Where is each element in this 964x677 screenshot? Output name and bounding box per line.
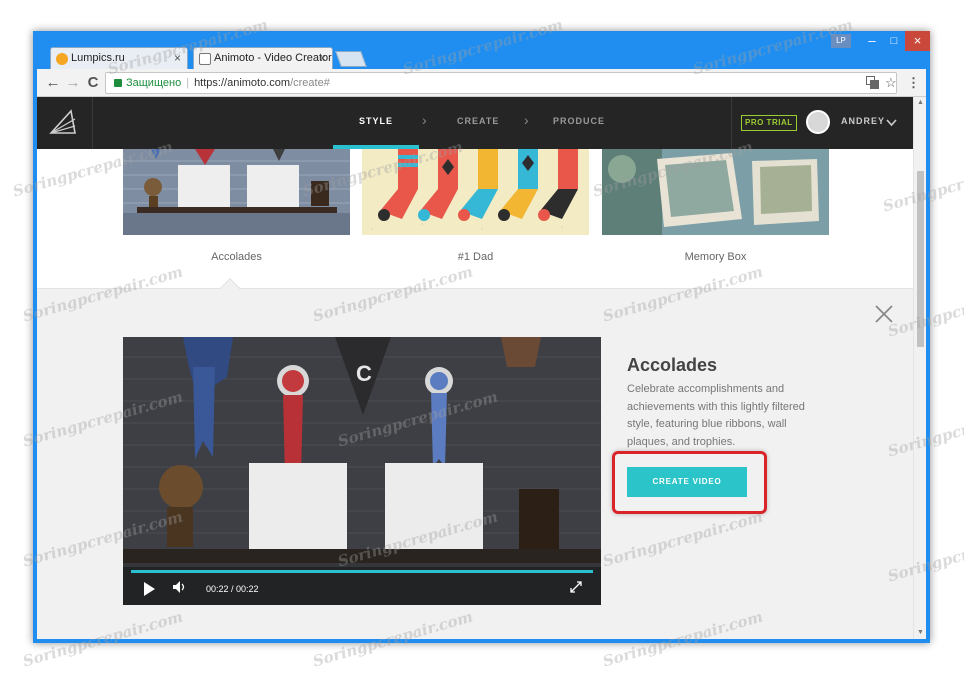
style-description: Celebrate accomplishments and achievemen… bbox=[627, 383, 805, 448]
tab-title: Animoto - Video Creator bbox=[214, 52, 332, 64]
step-style[interactable]: STYLE bbox=[359, 116, 393, 126]
style-thumb-accolades[interactable] bbox=[123, 149, 350, 235]
animoto-favicon-icon bbox=[199, 53, 211, 65]
url-path: /create# bbox=[290, 77, 330, 89]
volume-icon[interactable] bbox=[172, 580, 188, 594]
style-thumb-memory-box[interactable] bbox=[602, 149, 829, 235]
step-produce[interactable]: PRODUCE bbox=[553, 116, 605, 126]
pro-trial-badge[interactable]: PRO TRIAL bbox=[741, 115, 797, 131]
video-preview[interactable]: C 00:22 / 00:22 bbox=[123, 337, 601, 605]
style-title: Accolades bbox=[627, 355, 718, 375]
video-controls: 00:22 / 00:22 bbox=[123, 567, 601, 605]
url-host: https://animoto.com bbox=[194, 77, 291, 89]
url-text: https://animoto.com/create# bbox=[194, 77, 330, 89]
scrollbar[interactable]: ▲ ▼ bbox=[913, 97, 926, 639]
scrollbar-thumb[interactable] bbox=[917, 171, 924, 347]
video-progress-bar[interactable] bbox=[131, 570, 593, 573]
forward-button[interactable]: → bbox=[63, 73, 83, 93]
address-separator: | bbox=[186, 77, 190, 89]
close-window-button[interactable]: × bbox=[905, 31, 930, 51]
style-label-memory-box[interactable]: Memory Box bbox=[602, 251, 829, 263]
user-name[interactable]: ANDREY bbox=[841, 116, 885, 126]
maximize-button[interactable]: □ bbox=[883, 31, 905, 51]
header-divider bbox=[731, 97, 732, 149]
lumpics-favicon-icon bbox=[56, 53, 68, 65]
tab-title: Lumpics.ru bbox=[71, 52, 125, 64]
style-detail-panel: C 00:22 / 00:22 Accolades Celebrate acco… bbox=[37, 278, 913, 639]
scroll-down-icon[interactable]: ▼ bbox=[917, 629, 924, 636]
tab-close-icon[interactable]: × bbox=[174, 51, 181, 65]
animoto-logo-icon bbox=[49, 109, 76, 134]
tab-animoto[interactable]: Animoto - Video Creator × bbox=[193, 47, 333, 69]
style-thumb-dad[interactable] bbox=[362, 149, 589, 235]
create-video-button[interactable]: CREATE VIDEO bbox=[627, 467, 747, 497]
minimize-button[interactable]: – bbox=[861, 31, 883, 51]
panel-pointer bbox=[220, 278, 240, 298]
play-icon[interactable] bbox=[144, 582, 155, 596]
avatar[interactable] bbox=[806, 110, 830, 134]
video-frame-image: C bbox=[123, 337, 601, 605]
lock-icon bbox=[114, 79, 122, 87]
accolades-thumbnail-image bbox=[123, 149, 350, 235]
fullscreen-icon[interactable] bbox=[570, 581, 582, 593]
video-time: 00:22 / 00:22 bbox=[206, 584, 259, 594]
chevron-down-icon[interactable] bbox=[886, 117, 897, 128]
scroll-up-icon[interactable]: ▲ bbox=[917, 99, 924, 106]
svg-text:C: C bbox=[356, 361, 372, 386]
menu-icon[interactable]: ⋮ bbox=[907, 75, 920, 91]
browser-toolbar: ← → C Защищено | https://animoto.com/creat… bbox=[37, 69, 926, 97]
profile-badge[interactable]: LP bbox=[831, 34, 851, 48]
animoto-header: STYLE › CREATE › PRODUCE PRO TRIAL ANDRE… bbox=[37, 97, 913, 149]
close-icon[interactable] bbox=[875, 305, 893, 323]
memory-box-thumbnail-image bbox=[602, 149, 829, 235]
page-viewport: STYLE › CREATE › PRODUCE PRO TRIAL ANDRE… bbox=[37, 97, 926, 639]
style-label-dad[interactable]: #1 Dad bbox=[362, 251, 589, 263]
translate-icon[interactable] bbox=[866, 76, 879, 89]
secure-label: Защищено bbox=[126, 77, 182, 89]
browser-window: Lumpics.ru × Animoto - Video Creator × L… bbox=[33, 31, 930, 643]
address-bar[interactable]: Защищено | https://animoto.com/create# bbox=[105, 72, 897, 94]
chevron-right-icon: › bbox=[524, 112, 529, 128]
bookmark-star-icon[interactable]: ☆ bbox=[885, 75, 897, 91]
title-bar: Lumpics.ru × Animoto - Video Creator × L… bbox=[33, 31, 930, 69]
style-label-accolades[interactable]: Accolades bbox=[123, 251, 350, 263]
tab-lumpics[interactable]: Lumpics.ru × bbox=[50, 47, 188, 69]
chevron-right-icon: › bbox=[422, 112, 427, 128]
step-create[interactable]: CREATE bbox=[457, 116, 499, 126]
animoto-logo[interactable] bbox=[37, 97, 93, 149]
back-button[interactable]: ← bbox=[43, 73, 63, 93]
new-tab-button[interactable] bbox=[335, 51, 367, 67]
dad-thumbnail-image bbox=[362, 149, 589, 235]
tab-close-icon[interactable]: × bbox=[319, 51, 326, 65]
reload-button[interactable]: C bbox=[83, 73, 103, 93]
